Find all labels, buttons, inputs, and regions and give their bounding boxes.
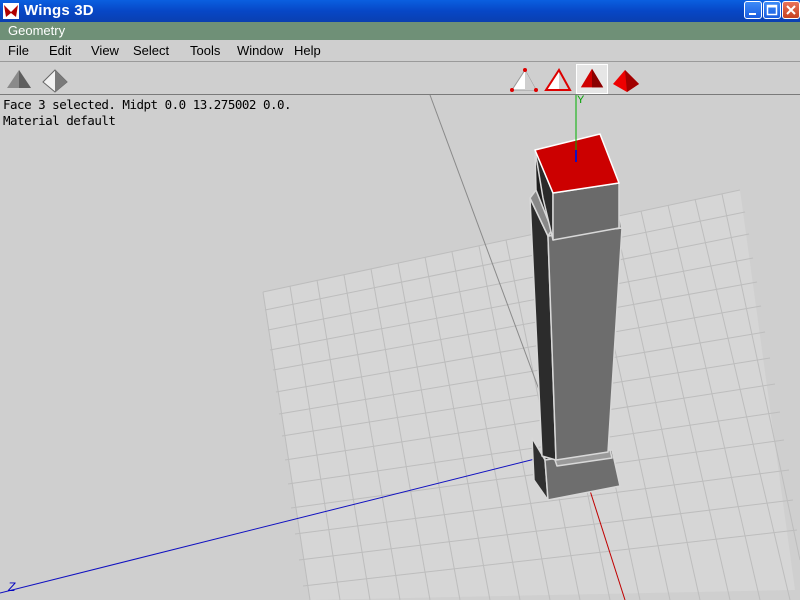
y-axis-label: Y xyxy=(577,95,585,106)
menu-view[interactable]: View xyxy=(91,42,119,59)
wireframe-shading-icon[interactable] xyxy=(40,66,70,94)
close-icon xyxy=(786,5,796,15)
geometry-window-bar[interactable]: Geometry xyxy=(0,22,800,40)
geometry-window-title: Geometry xyxy=(8,23,66,38)
3d-viewport[interactable]: Y Z Face 3 selected. Midpt 0.0 13.275002… xyxy=(0,95,800,600)
smooth-shading-icon[interactable] xyxy=(4,66,34,94)
window-title: Wings 3D xyxy=(24,2,94,19)
material-info: Material default xyxy=(3,113,116,128)
menu-tools[interactable]: Tools xyxy=(190,42,220,59)
menu-file[interactable]: File xyxy=(8,42,29,59)
menu-edit[interactable]: Edit xyxy=(49,42,71,59)
edge-mode-icon[interactable] xyxy=(542,66,572,94)
close-button[interactable] xyxy=(782,1,800,19)
scene-canvas[interactable]: Y Z xyxy=(0,95,800,600)
maximize-button[interactable] xyxy=(763,1,781,19)
menu-help[interactable]: Help xyxy=(294,42,321,59)
menu-bar: File Edit View Select Tools Window Help xyxy=(0,40,800,62)
title-bar: Wings 3D xyxy=(0,0,800,22)
z-axis-label: Z xyxy=(7,580,16,594)
tower-model[interactable] xyxy=(529,133,623,501)
menu-select[interactable]: Select xyxy=(133,42,169,59)
face-mode-icon[interactable] xyxy=(576,64,608,94)
menu-window[interactable]: Window xyxy=(237,42,283,59)
body-mode-icon[interactable] xyxy=(611,66,641,94)
vertex-mode-icon[interactable] xyxy=(508,66,538,94)
maximize-icon xyxy=(766,4,778,16)
selection-info: Face 3 selected. Midpt 0.0 13.275002 0.0… xyxy=(3,97,292,112)
ground-grid xyxy=(262,189,800,600)
minimize-button[interactable] xyxy=(744,1,762,19)
toolbar xyxy=(0,62,800,95)
minimize-icon xyxy=(749,13,756,15)
wings3d-app-icon[interactable] xyxy=(3,3,19,19)
